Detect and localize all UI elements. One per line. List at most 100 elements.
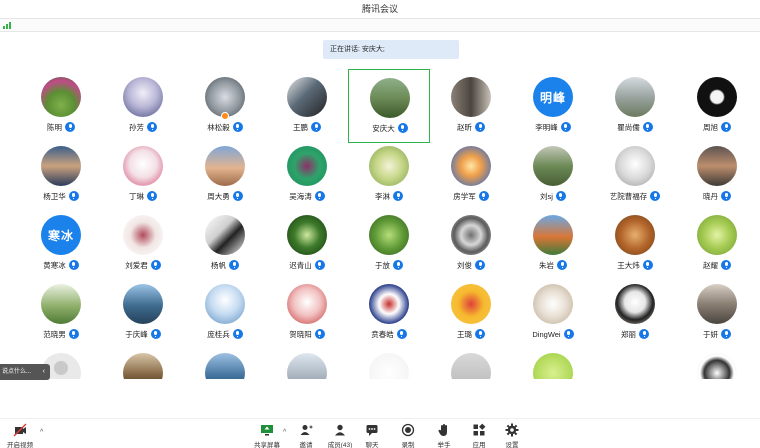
mic-icon [557, 260, 567, 270]
participant-tile[interactable]: 王大炜 [594, 207, 676, 281]
participant-namebar: DingWei [512, 328, 594, 340]
participant-tile[interactable] [430, 345, 512, 379]
participant-tile[interactable] [594, 345, 676, 379]
participant-tile[interactable]: 孙芳 [102, 69, 184, 143]
participant-name: 王鹏 [293, 122, 308, 132]
mic-icon [147, 191, 157, 201]
participant-tile[interactable]: 吴海涛 [266, 138, 348, 212]
avatar [123, 284, 163, 324]
participant-tile[interactable]: 贺晓阳 [266, 276, 348, 350]
mic-icon [314, 329, 325, 339]
avatar [451, 146, 491, 186]
participant-tile[interactable]: 郑丽 [594, 276, 676, 350]
avatar [123, 146, 163, 186]
participant-tile[interactable]: 杨卫华 [20, 138, 102, 212]
participant-tile[interactable]: 陈明 [20, 69, 102, 143]
participant-namebar: 王璐 [430, 328, 512, 340]
participant-tile[interactable]: 丁琳 [102, 138, 184, 212]
participant-tile[interactable]: 王璐 [430, 276, 512, 350]
participant-namebar: 赵昕 [430, 121, 512, 133]
avatar-initials: 寒冰 [47, 228, 74, 243]
participant-tile[interactable]: 寒冰 黄寒冰 [20, 207, 102, 281]
chat-input-hint[interactable]: 说点什么... ‹ [0, 364, 50, 380]
avatar-initials: 明峰 [539, 90, 566, 105]
participant-tile[interactable]: DingWei [512, 276, 594, 350]
participant-tile[interactable] [266, 345, 348, 379]
mic-icon [639, 329, 649, 339]
chat-hint-text: 说点什么... [2, 369, 32, 375]
chevron-left-icon[interactable]: ‹ [43, 364, 45, 380]
participant-name: 李明峰 [535, 122, 558, 132]
participant-namebar: 孙芳 [102, 121, 184, 133]
participant-tile[interactable] [102, 345, 184, 379]
participant-tile[interactable]: 于放 [348, 207, 430, 281]
participant-tile[interactable]: 安庆大 [348, 69, 430, 143]
participant-tile[interactable] [184, 345, 266, 379]
mic-icon [560, 122, 571, 132]
participant-namebar: 安庆大 [349, 122, 431, 134]
avatar [533, 146, 573, 186]
video-options-chevron-icon[interactable]: ^ [40, 429, 43, 436]
avatar [615, 353, 655, 379]
participant-tile[interactable]: 瞿尚儒 [594, 69, 676, 143]
participant-tile[interactable]: 艺院曹福存 [594, 138, 676, 212]
participant-tile[interactable]: 于妍 [676, 276, 758, 350]
participant-tile[interactable]: 林松毅 [184, 69, 266, 143]
avatar [287, 353, 327, 379]
avatar [451, 284, 491, 324]
participant-tile[interactable]: 赵耀 [676, 207, 758, 281]
participant-tile[interactable]: 刘爱君 [102, 207, 184, 281]
participant-tile[interactable]: 迟青山 [266, 207, 348, 281]
participant-tile[interactable]: 刘俊 [430, 207, 512, 281]
avatar [41, 146, 81, 186]
participant-name: 刘爱君 [125, 260, 148, 270]
participant-tile[interactable]: 贲春皓 [348, 276, 430, 350]
participant-tile[interactable] [676, 345, 758, 379]
participant-tile[interactable]: 杨帆 [184, 207, 266, 281]
participant-tile[interactable]: 明峰李明峰 [512, 69, 594, 143]
avatar [697, 215, 737, 255]
avatar [41, 77, 81, 117]
participant-tile[interactable]: 庞桂兵 [184, 276, 266, 350]
share-options-chevron-icon[interactable]: ^ [283, 429, 286, 436]
video-button[interactable]: 开启视频 [2, 422, 38, 448]
participant-name: 艺院曹福存 [609, 191, 648, 201]
mic-icon [721, 191, 731, 201]
avatar [615, 77, 655, 117]
mic-icon [721, 260, 731, 270]
participant-namebar: 王大炜 [594, 259, 676, 271]
participant-tile[interactable] [348, 345, 430, 379]
participant-tile[interactable]: 刘sj [512, 138, 594, 212]
participant-name: 瞿尚儒 [617, 122, 640, 132]
participant-name: 庞桂兵 [207, 329, 230, 339]
participant-tile[interactable] [512, 345, 594, 379]
avatar [205, 215, 245, 255]
host-badge-icon [221, 112, 229, 120]
participant-tile[interactable]: 周旭 [676, 69, 758, 143]
network-signal-icon[interactable] [3, 21, 13, 29]
avatar [287, 146, 327, 186]
avatar [369, 146, 409, 186]
participant-tile[interactable]: 于庆峰 [102, 276, 184, 350]
participant-name: 迟青山 [289, 260, 312, 270]
participant-name: 陈明 [47, 122, 62, 132]
avatar [205, 146, 245, 186]
settings-button[interactable]: 设置 [494, 422, 530, 448]
mic-icon [642, 260, 653, 270]
video-label: 开启视频 [7, 442, 33, 448]
participant-tile[interactable]: 王鹏 [266, 69, 348, 143]
participant-tile[interactable]: 赵昕 [430, 69, 512, 143]
participant-tile[interactable]: 晓丹 [676, 138, 758, 212]
mic-icon [475, 329, 485, 339]
participant-namebar: 刘sj [512, 190, 594, 202]
window-title: 腾讯会议 [361, 4, 398, 14]
participant-tile[interactable]: 朱岩 [512, 207, 594, 281]
share-screen-button[interactable]: 共享屏幕 [249, 422, 285, 448]
participant-tile[interactable]: 李淋 [348, 138, 430, 212]
avatar: 寒冰 [41, 215, 81, 255]
participant-tile[interactable]: 房学军 [430, 138, 512, 212]
participant-tile[interactable]: 范晓男 [20, 276, 102, 350]
avatar [615, 284, 655, 324]
mic-icon [150, 329, 161, 339]
participant-tile[interactable]: 周大勇 [184, 138, 266, 212]
